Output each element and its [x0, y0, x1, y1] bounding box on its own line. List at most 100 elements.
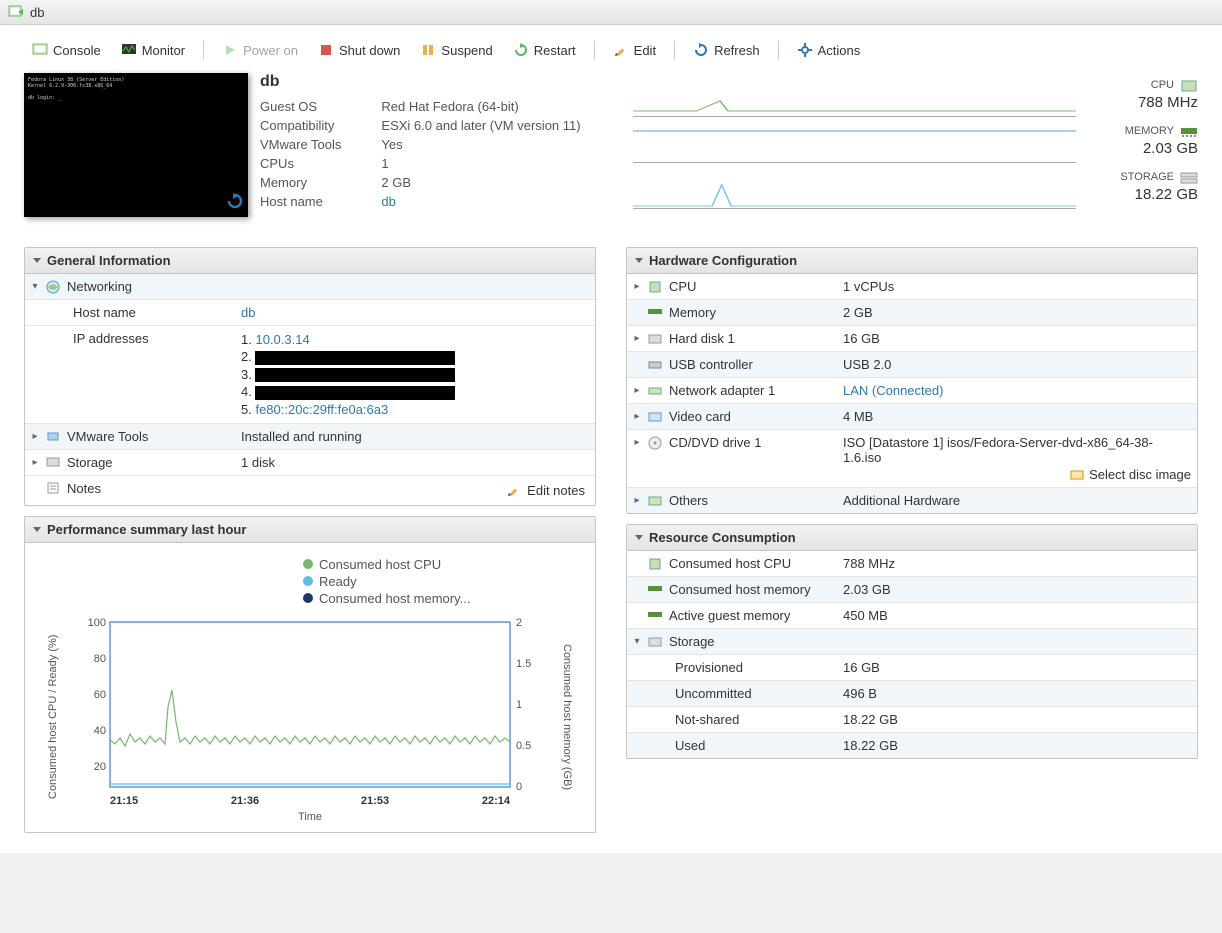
- tools-icon: [45, 429, 61, 443]
- caret-right-icon[interactable]: ▸: [31, 431, 39, 442]
- disk-icon: [647, 332, 663, 346]
- refresh-button[interactable]: Refresh: [685, 39, 768, 61]
- svg-text:80: 80: [94, 653, 106, 665]
- play-icon: [222, 42, 238, 58]
- mem-stat: 2.03 GB: [1088, 140, 1198, 157]
- svg-text:1: 1: [516, 699, 522, 711]
- caret-down-icon[interactable]: ▾: [633, 636, 641, 647]
- redacted: [255, 368, 455, 382]
- storage-sparkline: [633, 173, 1076, 209]
- caret-right-icon[interactable]: ▸: [633, 385, 641, 396]
- thumbnail-text: Fedora Linux 38 (Server Edition) Kernel …: [24, 73, 248, 105]
- pause-icon: [420, 42, 436, 58]
- hostname-link[interactable]: db: [381, 192, 580, 211]
- svg-text:22:14: 22:14: [482, 795, 511, 807]
- memory-icon: [647, 583, 663, 597]
- edit-button[interactable]: Edit: [605, 39, 664, 61]
- restart-button[interactable]: Restart: [505, 39, 584, 61]
- edit-notes-button[interactable]: Edit notes: [502, 481, 589, 500]
- caret-right-icon[interactable]: ▸: [633, 411, 641, 422]
- cpu-icon: [647, 557, 663, 571]
- refresh-icon: [693, 42, 709, 58]
- video-icon: [647, 410, 663, 424]
- y-right-label: Consumed host memory (GB): [561, 612, 577, 822]
- svg-text:21:15: 21:15: [110, 795, 138, 807]
- cpu-sparkline: [633, 81, 1076, 117]
- cpu-icon: [1180, 79, 1198, 93]
- chart-legend: Consumed host CPU Ready Consumed host me…: [303, 557, 577, 606]
- caret-down-icon: [33, 258, 41, 263]
- storage-stat: 18.22 GB: [1088, 186, 1198, 203]
- resource-panel: Resource Consumption Consumed host CPU78…: [626, 524, 1198, 759]
- svg-text:1.5: 1.5: [516, 658, 531, 670]
- caret-right-icon[interactable]: ▸: [31, 457, 39, 468]
- disc-image-icon: [1069, 468, 1085, 482]
- disk-icon: [45, 455, 61, 469]
- memory-icon: [647, 609, 663, 623]
- suspend-button[interactable]: Suspend: [412, 39, 500, 61]
- svg-text:21:53: 21:53: [361, 795, 389, 807]
- memory-icon: [647, 306, 663, 320]
- hostname-link[interactable]: db: [235, 300, 595, 326]
- caret-right-icon[interactable]: ▸: [633, 281, 641, 292]
- ip-link[interactable]: fe80::20c:29ff:fe0a:6a3: [255, 402, 388, 417]
- svg-text:0: 0: [516, 781, 522, 793]
- vm-name: db: [260, 73, 581, 91]
- pencil-icon: [613, 42, 629, 58]
- hardware-header[interactable]: Hardware Configuration: [627, 248, 1197, 274]
- network-icon: [647, 384, 663, 398]
- svg-text:100: 100: [88, 617, 106, 629]
- caret-right-icon[interactable]: ▸: [633, 437, 641, 448]
- sparklines: [593, 73, 1076, 217]
- disk-icon: [647, 635, 663, 649]
- window-titlebar: db: [0, 0, 1222, 25]
- monitor-button[interactable]: Monitor: [113, 39, 193, 61]
- svg-text:21:36: 21:36: [231, 795, 259, 807]
- ip-address-list: 1. 10.0.3.14 2. 3. 4. 5. fe80::20c:29ff:…: [241, 331, 589, 418]
- network-link[interactable]: LAN (Connected): [837, 378, 1197, 404]
- mem-sparkline: [633, 127, 1076, 163]
- caret-down-icon: [635, 258, 643, 263]
- power-on-button: Power on: [214, 39, 306, 61]
- caret-right-icon[interactable]: ▸: [633, 333, 641, 344]
- caret-down-icon[interactable]: ▾: [31, 281, 39, 292]
- caret-down-icon: [635, 535, 643, 540]
- svg-text:Time: Time: [298, 811, 322, 822]
- toolbar: Console Monitor Power on Shut down Suspe…: [24, 33, 1198, 67]
- pencil-icon: [506, 483, 522, 497]
- general-info-header[interactable]: General Information: [25, 248, 595, 274]
- actions-button[interactable]: Actions: [789, 39, 869, 61]
- usb-icon: [647, 358, 663, 372]
- console-button[interactable]: Console: [24, 39, 109, 61]
- svg-text:60: 60: [94, 689, 106, 701]
- hardware-panel: Hardware Configuration ▸CPU1 vCPUs Memor…: [626, 247, 1198, 514]
- shut-down-button[interactable]: Shut down: [310, 39, 408, 61]
- svg-text:40: 40: [94, 725, 106, 737]
- svg-text:2: 2: [516, 617, 522, 629]
- redacted: [255, 351, 455, 365]
- general-info-panel: General Information ▾Networking Host nam…: [24, 247, 596, 506]
- cpu-stat: 788 MHz: [1088, 94, 1198, 111]
- window-title: db: [30, 5, 44, 20]
- svg-text:0.5: 0.5: [516, 740, 531, 752]
- svg-text:20: 20: [94, 761, 106, 773]
- select-disc-button[interactable]: Select disc image: [843, 467, 1191, 482]
- performance-chart: 100 80 60 40 20 2 1.5 1 0.5 0: [59, 612, 561, 822]
- cd-icon: [647, 436, 663, 450]
- resource-header[interactable]: Resource Consumption: [627, 525, 1197, 551]
- thumbnail-refresh-icon[interactable]: [226, 192, 244, 213]
- vm-icon: [8, 4, 24, 20]
- performance-header[interactable]: Performance summary last hour: [25, 517, 595, 543]
- notes-icon: [45, 481, 61, 495]
- cpu-icon: [647, 280, 663, 294]
- gear-icon: [797, 42, 813, 58]
- stop-icon: [318, 42, 334, 58]
- restart-icon: [513, 42, 529, 58]
- performance-panel: Performance summary last hour Consumed h…: [24, 516, 596, 833]
- caret-right-icon[interactable]: ▸: [633, 495, 641, 506]
- ip-link[interactable]: 10.0.3.14: [255, 332, 309, 347]
- monitor-icon: [121, 42, 137, 58]
- storage-icon: [1180, 171, 1198, 185]
- globe-icon: [45, 280, 61, 294]
- console-thumbnail[interactable]: Fedora Linux 38 (Server Edition) Kernel …: [24, 73, 248, 217]
